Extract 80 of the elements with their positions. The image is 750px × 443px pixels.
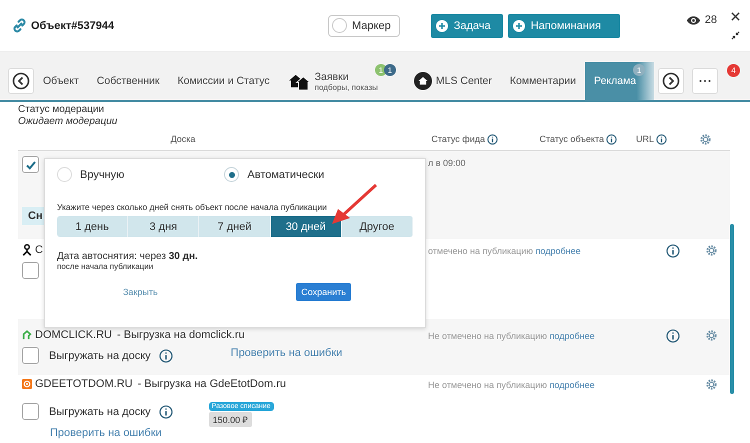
- upload-label: Выгружать на доску: [49, 406, 151, 418]
- board-name: GDEETOTDOM.RU: [35, 378, 133, 390]
- count-badge: 1: [633, 64, 646, 76]
- details-link[interactable]: подробнее: [536, 246, 581, 256]
- tab[interactable]: Реклама 1: [585, 62, 654, 100]
- tab[interactable]: Объект: [34, 62, 88, 100]
- info-icon[interactable]: [606, 134, 617, 144]
- radio-option[interactable]: Автоматически: [224, 167, 324, 182]
- count-badge: 1: [384, 64, 396, 76]
- column-header: Доска: [170, 134, 196, 144]
- more-icon: [699, 79, 712, 83]
- plus-icon: [436, 20, 448, 32]
- marker-toggle[interactable]: Маркер: [328, 14, 400, 36]
- count-badge: 1: [374, 64, 387, 76]
- save-button[interactable]: Сохранить: [296, 283, 351, 301]
- link-icon: [12, 18, 27, 33]
- publication-status: отмечено на публикацию подробнее: [428, 246, 581, 256]
- tab[interactable]: Заявки подборы, показы 1 1: [278, 62, 405, 100]
- tab[interactable]: Комментарии: [500, 62, 586, 100]
- tab[interactable]: MLS Center: [404, 62, 501, 100]
- view-count: 28: [704, 14, 717, 26]
- details-link[interactable]: подробнее: [550, 331, 595, 341]
- removal-date-text: Дата автоснятия: через 30 дн.: [57, 251, 199, 262]
- info-icon[interactable]: [158, 348, 173, 362]
- house-icon: [22, 329, 32, 341]
- check-errors-link[interactable]: Проверить на ошибки: [230, 346, 342, 358]
- add-button[interactable]: Напоминания: [508, 14, 620, 38]
- removal-date-note: после начала публикации: [57, 262, 154, 271]
- column-header: Статус объекта: [539, 134, 604, 144]
- collapse-icon[interactable]: [731, 30, 740, 40]
- board-description: - Выгрузка на GdeEtotDom.ru: [138, 378, 286, 390]
- feed-status: л в 09:00: [428, 158, 466, 168]
- close-icon[interactable]: [731, 12, 740, 20]
- check-icon: [24, 158, 36, 170]
- moderation-label: Статус модерации: [18, 104, 106, 116]
- duration-option[interactable]: 7 дней: [199, 216, 271, 237]
- price: 150.00 ₽: [208, 412, 252, 427]
- duration-option[interactable]: Другое: [342, 216, 413, 237]
- settings-icon[interactable]: [704, 244, 718, 257]
- check-errors-link[interactable]: Проверить на ошибки: [50, 427, 428, 439]
- settings-icon[interactable]: [699, 132, 712, 146]
- checkbox[interactable]: [22, 156, 39, 173]
- moderation-status: Ожидает модерации: [18, 116, 118, 128]
- column-header: URL: [636, 134, 654, 144]
- instruction-text: Укажите через сколько дней снять объект после начала публикации: [57, 202, 328, 212]
- house-icon: [414, 72, 432, 90]
- board-description: - Выгрузка на domclick.ru: [117, 329, 245, 341]
- duration-option[interactable]: 3 дня: [128, 216, 200, 237]
- checkbox[interactable]: [22, 347, 39, 364]
- info-icon[interactable]: [158, 404, 173, 418]
- notification-badge: 4: [727, 64, 740, 77]
- info-icon[interactable]: [487, 134, 498, 144]
- previous-icon[interactable]: [8, 68, 34, 94]
- publication-status: Не отмечено на публикацию подробнее: [428, 380, 595, 390]
- tab[interactable]: Комиссии и Статус: [168, 62, 279, 100]
- eye-icon: [686, 14, 701, 26]
- object-title: Объект#537944: [31, 20, 114, 32]
- pin-icon: [22, 244, 32, 256]
- radio-option[interactable]: Вручную: [57, 167, 124, 182]
- info-icon[interactable]: [666, 244, 680, 258]
- next-icon[interactable]: [658, 68, 684, 94]
- upload-label: Выгружать на доску: [49, 350, 151, 362]
- info-icon[interactable]: [666, 329, 680, 343]
- add-button[interactable]: Задача: [430, 14, 503, 38]
- plus-icon: [512, 20, 525, 32]
- checkbox[interactable]: [22, 403, 39, 420]
- publication-status: Не отмечено на публикацию подробнее: [428, 331, 595, 341]
- tab[interactable]: Собственник: [88, 62, 168, 100]
- board-name: DOMCLICK.RU: [35, 329, 112, 341]
- duration-option[interactable]: 1 день: [57, 216, 128, 237]
- settings-icon[interactable]: [704, 378, 718, 391]
- duration-option[interactable]: 30 дней: [270, 216, 342, 237]
- checkbox[interactable]: [22, 262, 39, 279]
- details-link[interactable]: подробнее: [550, 380, 595, 390]
- scrollbar[interactable]: [730, 224, 734, 394]
- board-name: С: [35, 244, 43, 256]
- settings-icon[interactable]: [704, 329, 718, 342]
- column-header: Статус фида: [431, 134, 485, 144]
- target-icon: [22, 378, 32, 390]
- info-icon[interactable]: [656, 134, 667, 144]
